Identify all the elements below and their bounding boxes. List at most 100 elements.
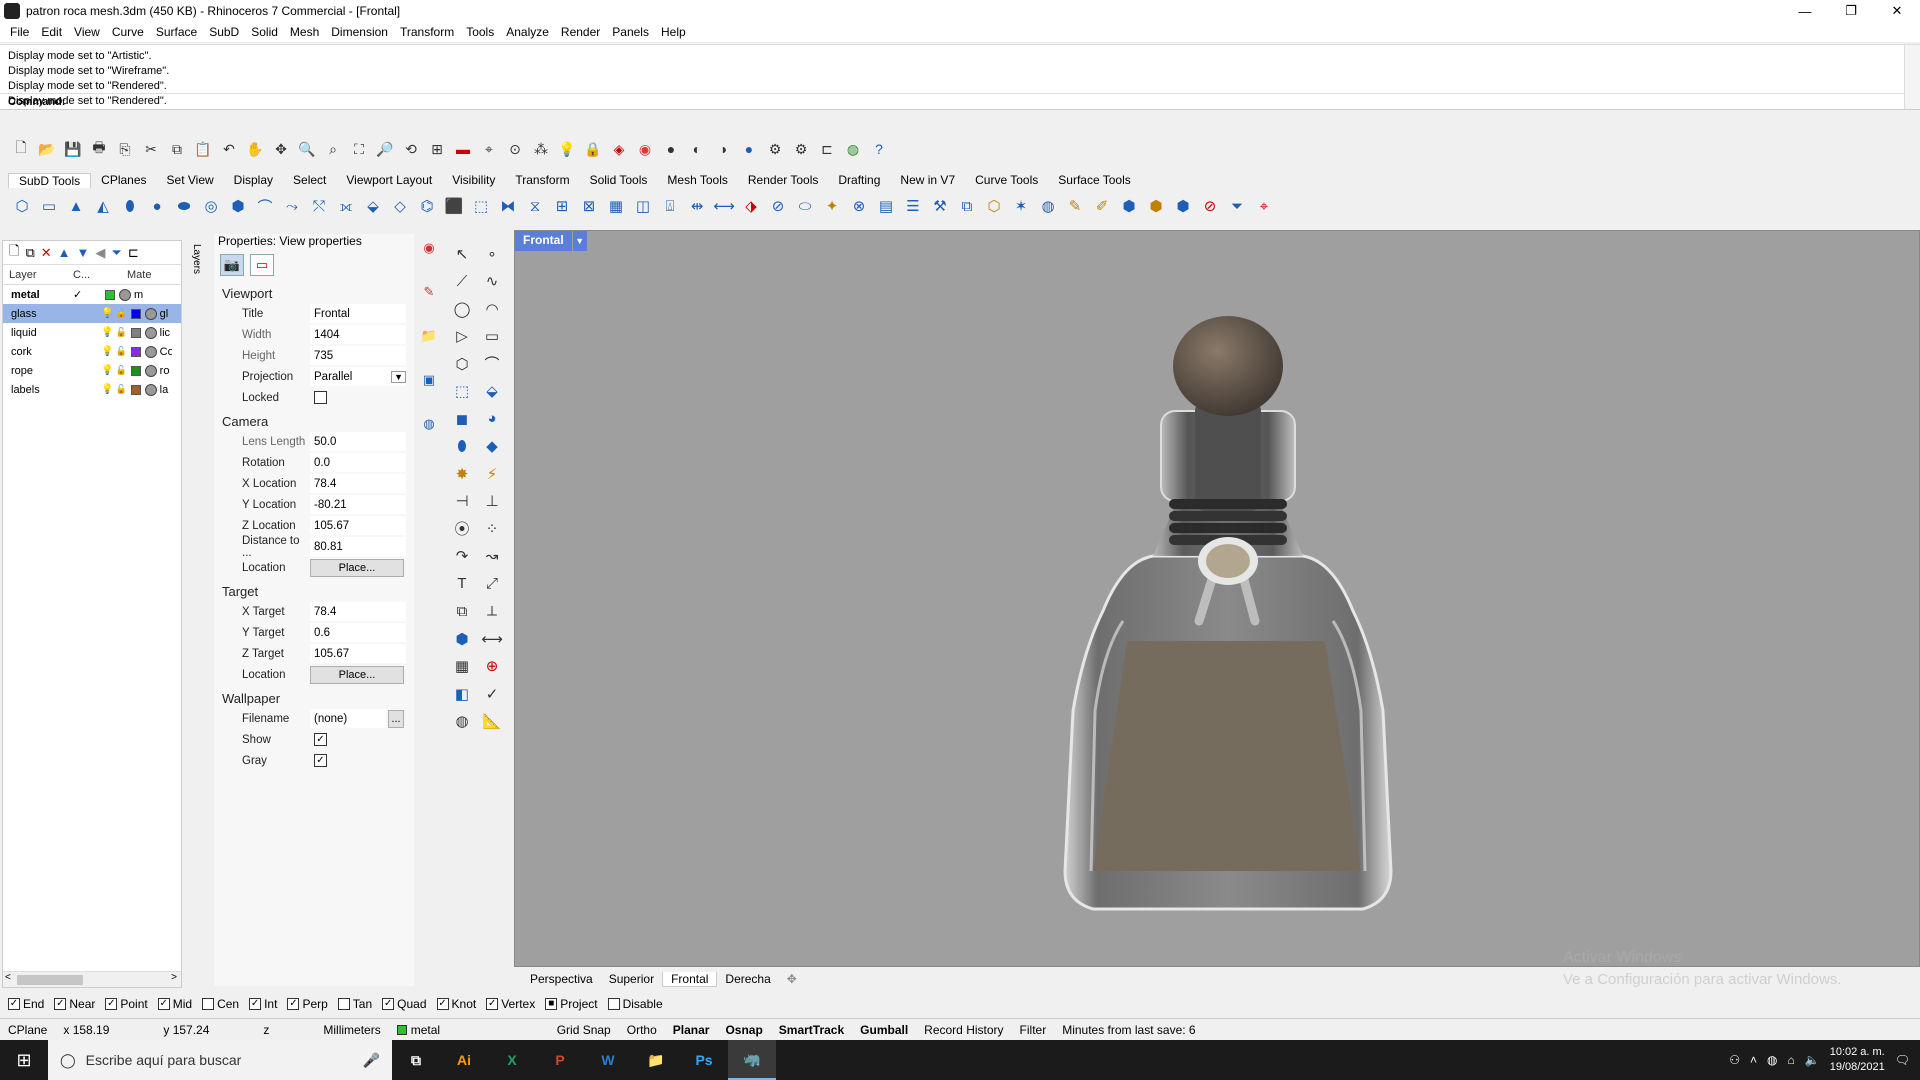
menu-view[interactable]: View [68, 25, 106, 39]
material-column-header[interactable]: Mate [127, 269, 151, 281]
lock-icon[interactable]: 🔓 [115, 346, 126, 357]
x-target-field[interactable]: 78.4 [310, 602, 406, 621]
notifications-icon[interactable]: 🗨 [1895, 1053, 1910, 1067]
paste-icon[interactable]: 📋 [192, 138, 214, 160]
render-mesh-icon[interactable]: ◍ [448, 708, 476, 736]
grid-snap-toggle[interactable]: Grid Snap [549, 1023, 619, 1037]
record-history-toggle[interactable]: Record History [916, 1023, 1011, 1037]
subd-reduce-icon[interactable]: ⊗ [847, 195, 871, 217]
tab-render-tools[interactable]: Render Tools [738, 173, 829, 187]
osnap-checkbox[interactable]: ✓ [54, 998, 67, 1010]
undo-icon[interactable]: ↶ [218, 138, 240, 160]
subd-no-icon[interactable]: ⊘ [1198, 195, 1222, 217]
mesh-icon[interactable]: ◆ [478, 433, 506, 461]
tab-curve-tools[interactable]: Curve Tools [965, 173, 1048, 187]
brush-icon[interactable]: ✎ [424, 284, 435, 300]
lens-length-field[interactable]: 50.0 [310, 432, 406, 451]
history-scrollbar[interactable] [1904, 45, 1920, 109]
subd-cube2-icon[interactable]: ⬢ [1144, 195, 1168, 217]
material-icon[interactable] [144, 345, 157, 358]
menu-analyze[interactable]: Analyze [500, 25, 555, 39]
minimize-button[interactable]: — [1782, 0, 1828, 22]
osnap-checkbox[interactable]: ✓ [105, 998, 118, 1010]
windows-start-icon[interactable]: ⊞ [0, 1040, 48, 1080]
subd-loft-icon[interactable]: ⌬ [415, 195, 439, 217]
subd-bridge-icon[interactable]: ⟗ [334, 195, 358, 217]
subd-brush-icon[interactable]: ✎ [1063, 195, 1087, 217]
plugin-icon[interactable]: ◍ [842, 138, 864, 160]
subd-cube-icon[interactable]: ⬢ [1117, 195, 1141, 217]
powerpoint-icon[interactable]: P [536, 1040, 584, 1080]
osnap-checkbox[interactable]: ✓ [287, 998, 300, 1010]
subd-plane-icon[interactable]: ▭ [37, 195, 61, 217]
subd-film-icon[interactable]: ⧉ [955, 195, 979, 217]
osnap-checkbox[interactable]: ■ [545, 998, 558, 1010]
layer-row[interactable]: cork 💡 🔓 Co [3, 342, 181, 361]
close-button[interactable]: ✕ [1874, 0, 1920, 22]
menu-surface[interactable]: Surface [150, 25, 203, 39]
material-icon[interactable] [144, 364, 157, 377]
export-icon[interactable]: ⎘ [114, 138, 136, 160]
color-wheel-icon[interactable]: ◉ [634, 138, 656, 160]
tray-app-icon[interactable]: ◍ [1767, 1053, 1777, 1067]
bottle-model[interactable] [1043, 311, 1413, 931]
layer-options-icon[interactable]: ⊏ [128, 245, 139, 261]
microphone-icon[interactable]: 🎤 [363, 1052, 380, 1069]
rotate-view-icon[interactable]: ✥ [270, 138, 292, 160]
lightbulb-icon[interactable]: 💡 [101, 308, 113, 319]
illustrator-icon[interactable]: Ai [440, 1040, 488, 1080]
subd-align-icon[interactable]: ⇹ [685, 195, 709, 217]
task-view-icon[interactable]: ⧉ [392, 1040, 440, 1080]
subd-ellipsoid-icon[interactable]: ⬬ [172, 195, 196, 217]
tab-new-in-v7[interactable]: New in V7 [890, 173, 965, 187]
cut-icon[interactable]: ✂ [140, 138, 162, 160]
osnap-checkbox[interactable] [202, 998, 215, 1010]
subd-mesh-icon[interactable]: ⊠ [577, 195, 601, 217]
layer-color-swatch[interactable] [130, 365, 141, 376]
subd-display-icon[interactable]: ⊘ [766, 195, 790, 217]
zoom-selected-icon[interactable]: 🔎 [374, 138, 396, 160]
menu-solid[interactable]: Solid [245, 25, 284, 39]
render-icon[interactable]: ● [738, 138, 760, 160]
current-layer-check[interactable]: ✓ [73, 288, 101, 301]
subd-stretch-icon[interactable]: ⤲ [307, 195, 331, 217]
subd-unweld-icon[interactable]: ✦ [820, 195, 844, 217]
point-icon[interactable]: ∘ [478, 240, 506, 268]
surface-from-points-icon[interactable]: ⬚ [448, 378, 476, 406]
units-label[interactable]: Millimeters [315, 1023, 388, 1037]
explode-icon[interactable]: ✸ [448, 460, 476, 488]
layers-side-tab[interactable]: Layers [184, 244, 202, 304]
lock-icon[interactable]: 🔓 [115, 365, 126, 376]
osnap-knot[interactable]: ✓ Knot [436, 997, 476, 1011]
file-explorer-icon[interactable]: 📁 [632, 1040, 680, 1080]
tab-visibility[interactable]: Visibility [442, 173, 505, 187]
subd-tag-icon[interactable]: ☰ [901, 195, 925, 217]
group-icon[interactable]: ⁘ [478, 515, 506, 543]
rendered-icon[interactable]: ◐ [686, 138, 708, 160]
osnap-cen[interactable]: Cen [202, 997, 239, 1011]
osnap-disable[interactable]: Disable [607, 997, 663, 1011]
zoom-window-icon[interactable]: ⌕ [322, 138, 344, 160]
move-down-icon[interactable]: ▼ [77, 245, 90, 260]
subd-mirror-icon[interactable]: ⟷ [712, 195, 736, 217]
osnap-checkbox[interactable]: ✓ [382, 998, 395, 1010]
osnap-checkbox[interactable]: ✓ [8, 998, 20, 1010]
layers-hscrollbar[interactable]: < > [3, 971, 181, 987]
new-file-icon[interactable]: 🗋 [10, 138, 32, 160]
osnap-int[interactable]: ✓ Int [249, 997, 277, 1011]
subd-weld-icon[interactable]: ⧓ [496, 195, 520, 217]
taskbar-search[interactable]: ◯ Escribe aquí para buscar 🎤 [48, 1040, 392, 1080]
viewport-menu-dropdown[interactable]: ▼ [572, 231, 587, 251]
word-icon[interactable]: W [584, 1040, 632, 1080]
select-points-icon[interactable]: ⁂ [530, 138, 552, 160]
options-icon[interactable]: ⚙ [764, 138, 786, 160]
locked-checkbox[interactable] [314, 391, 327, 404]
osnap-checkbox[interactable]: ✓ [249, 998, 262, 1010]
fillet-icon[interactable]: ⌒ [478, 350, 506, 378]
polyline-icon[interactable]: ⟋ [448, 268, 476, 296]
show-checkbox[interactable]: ✓ [314, 733, 327, 746]
filter-toggle[interactable]: Filter [1012, 1023, 1055, 1037]
scroll-right-icon[interactable]: > [171, 972, 177, 983]
osnap-perp[interactable]: ✓ Perp [287, 997, 328, 1011]
layer-row[interactable]: liquid 💡 🔓 lic [3, 323, 181, 342]
